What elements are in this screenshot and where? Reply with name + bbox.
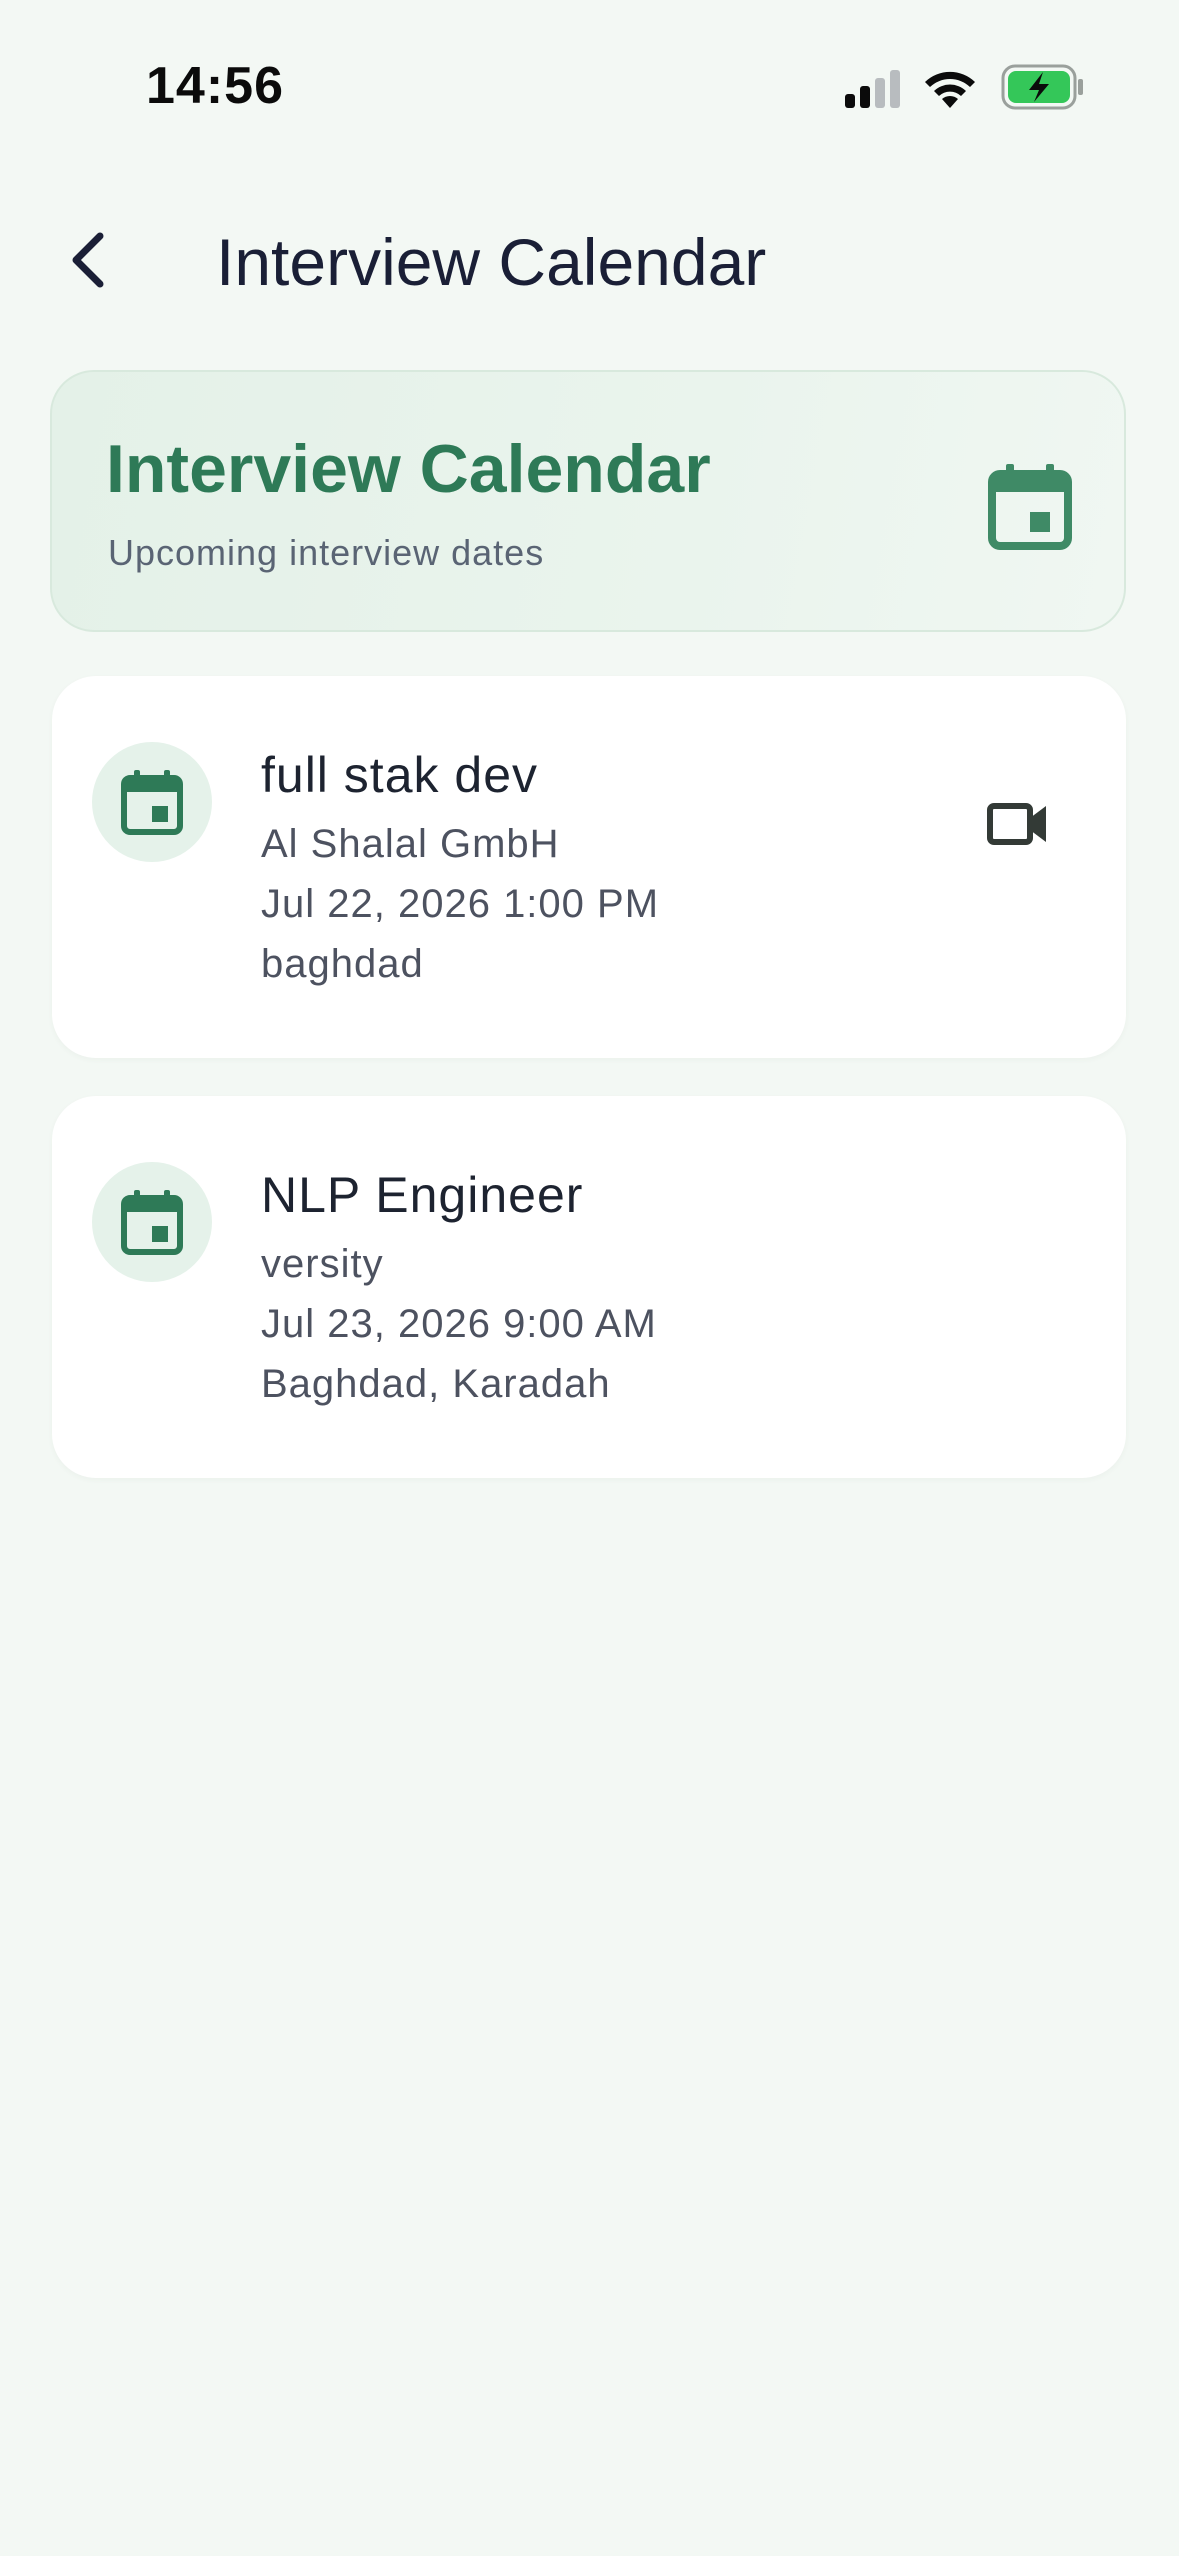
- video-camera-icon: [987, 803, 1046, 845]
- battery-charging-icon: [1001, 64, 1083, 110]
- calendar-icon: [121, 770, 183, 835]
- video-call-button[interactable]: [976, 782, 1060, 866]
- page-title: Interview Calendar: [216, 225, 767, 299]
- calendar-icon: [984, 460, 1076, 552]
- interview-company: Al Shalal GmbH: [261, 822, 560, 866]
- cellular-signal-icon: [845, 70, 900, 108]
- interview-datetime: Jul 23, 2026 9:00 AM: [261, 1302, 657, 1346]
- chevron-left-icon: [72, 232, 104, 288]
- interview-company: versity: [261, 1242, 384, 1286]
- app-header: Interview Calendar: [0, 200, 1179, 320]
- interview-position: NLP Engineer: [261, 1167, 584, 1223]
- status-time: 14:56: [146, 57, 284, 115]
- card-icon-badge: [92, 742, 212, 862]
- interview-datetime: Jul 22, 2026 1:00 PM: [261, 882, 660, 926]
- calendar-icon: [121, 1190, 183, 1255]
- banner-title: Interview Calendar: [106, 431, 711, 507]
- interview-position: full stak dev: [261, 747, 539, 803]
- wifi-icon: [925, 71, 975, 108]
- status-bar: 14:56: [0, 0, 1179, 170]
- interview-card[interactable]: NLP Engineer versity Jul 23, 2026 9:00 A…: [52, 1096, 1126, 1478]
- interview-location: baghdad: [261, 942, 424, 986]
- interview-location: Baghdad, Karadah: [261, 1362, 611, 1406]
- interview-card[interactable]: full stak dev Al Shalal GmbH Jul 22, 202…: [52, 676, 1126, 1058]
- calendar-banner: Interview Calendar Upcoming interview da…: [50, 370, 1126, 632]
- banner-subtitle: Upcoming interview dates: [108, 532, 545, 573]
- back-button[interactable]: [50, 220, 130, 300]
- card-icon-badge: [92, 1162, 212, 1282]
